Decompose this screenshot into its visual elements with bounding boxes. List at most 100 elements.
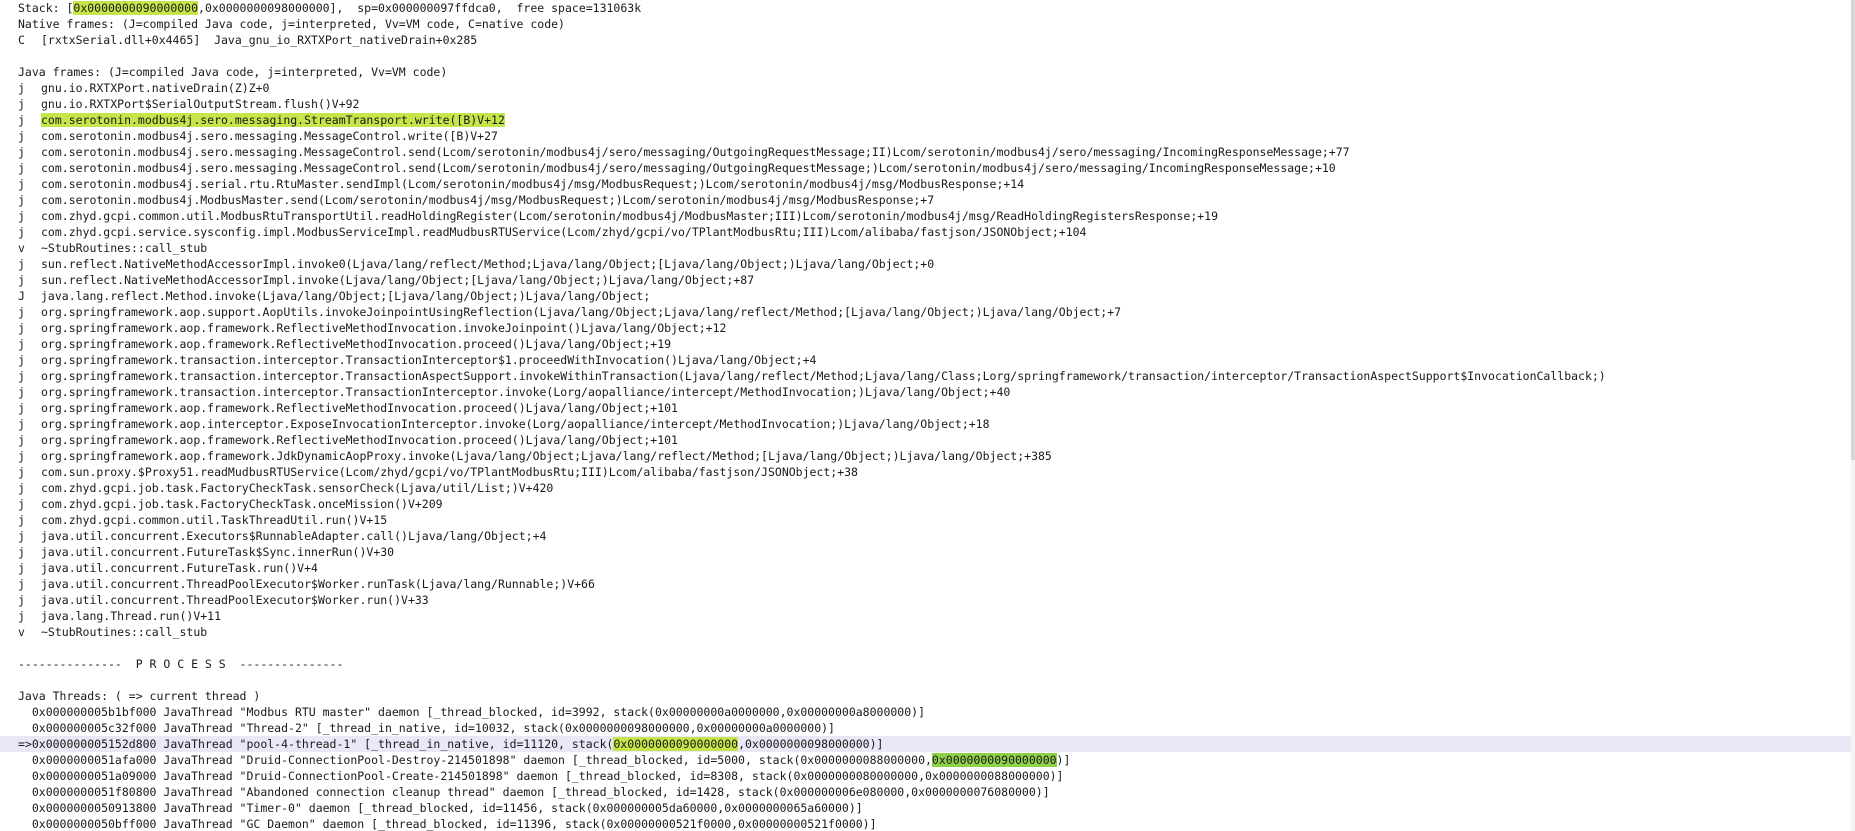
java-frame-row: j com.zhyd.gcpi.common.util.ModbusRtuTran…	[0, 208, 1855, 224]
frame-type: j	[18, 449, 25, 463]
java-frame-row: j java.util.concurrent.ThreadPoolExecutor…	[0, 592, 1855, 608]
java-frame-row: j java.util.concurrent.Executors$Runnable…	[0, 528, 1855, 544]
frame-type: j	[18, 145, 25, 159]
java-frame-row: j java.util.concurrent.FutureTask.run()V+…	[0, 560, 1855, 576]
frame-type: j	[18, 481, 25, 495]
java-frame-row: j org.springframework.aop.framework.Refle…	[0, 320, 1855, 336]
java-frame-row: j java.util.concurrent.ThreadPoolExecutor…	[0, 576, 1855, 592]
native-frames-header: Native frames: (J=compiled Java code, j=…	[18, 17, 565, 31]
java-frame-row: j com.serotonin.modbus4j.ModbusMaster.sen…	[0, 192, 1855, 208]
frame-type: j	[18, 273, 25, 287]
frame-text: org.springframework.aop.framework.Reflec…	[41, 337, 672, 351]
frame-type: j	[18, 225, 25, 239]
frame-type: j	[18, 401, 25, 415]
frame-type: j	[18, 81, 25, 95]
frame-type: j	[18, 97, 25, 111]
stack-line: Stack: [0x0000000090000000,0x00000000980…	[18, 1, 642, 15]
frame-type: j	[18, 353, 25, 367]
java-frame-row: j gnu.io.RXTXPort.nativeDrain(Z)Z+0	[0, 80, 1855, 96]
frame-text: java.lang.reflect.Method.invoke(Ljava/la…	[41, 289, 651, 303]
frame-text: org.springframework.aop.framework.JdkDyn…	[41, 449, 1052, 463]
process-header: --------------- P R O C E S S ----------…	[18, 657, 344, 671]
java-frame-row: j com.zhyd.gcpi.job.task.FactoryCheckTask…	[0, 496, 1855, 512]
thread-row: 0x000000005c32f000 JavaThread "Thread-2"…	[18, 721, 835, 735]
threads-list: 0x000000005b1bf000 JavaThread "Modbus RT…	[0, 704, 1855, 831]
frame-text: org.springframework.aop.support.AopUtils…	[41, 305, 1122, 319]
frame-text: gnu.io.RXTXPort.nativeDrain(Z)Z+0	[41, 81, 270, 95]
java-frame-row: j java.lang.Thread.run()V+11	[0, 608, 1855, 624]
frame-text: java.lang.Thread.run()V+11	[41, 609, 222, 623]
threads-header: Java Threads: ( => current thread )	[18, 689, 261, 703]
java-frame-row: j org.springframework.aop.framework.Refle…	[0, 336, 1855, 352]
search-highlight: 0x0000000090000000	[613, 737, 739, 751]
frame-type: j	[18, 209, 25, 223]
frame-text: org.springframework.aop.framework.Reflec…	[41, 433, 678, 447]
frame-type: j	[18, 465, 25, 479]
frame-text: java.util.concurrent.Executors$RunnableA…	[41, 529, 547, 543]
frame-type: j	[18, 257, 25, 271]
frame-type: J	[18, 289, 25, 303]
frame-text: sun.reflect.NativeMethodAccessorImpl.inv…	[41, 257, 935, 271]
frame-text: com.zhyd.gcpi.common.util.TaskThreadUtil…	[41, 513, 388, 527]
frame-text: gnu.io.RXTXPort$SerialOutputStream.flush…	[41, 97, 360, 111]
thread-text: )]	[1056, 753, 1071, 767]
frame-text: java.util.concurrent.FutureTask$Sync.inn…	[41, 545, 395, 559]
thread-row: 0x0000000051afa000 JavaThread "Druid-Con…	[0, 752, 1855, 768]
java-frame-row: v ~StubRoutines::call_stub	[0, 240, 1855, 256]
java-frame-row: j org.springframework.transaction.interce…	[0, 352, 1855, 368]
log-viewer[interactable]: Stack: [0x0000000090000000,0x00000000980…	[0, 0, 1855, 831]
frame-type: j	[18, 369, 25, 383]
frame-type: j	[18, 129, 25, 143]
frame-type: j	[18, 513, 25, 527]
frame-text: com.serotonin.modbus4j.sero.messaging.St…	[41, 113, 505, 127]
frame-text: org.springframework.transaction.intercep…	[41, 369, 1606, 383]
java-frame-row: j com.serotonin.modbus4j.sero.messaging.M…	[0, 128, 1855, 144]
java-frame-row: j org.springframework.aop.framework.JdkDy…	[0, 448, 1855, 464]
java-frame-row: j sun.reflect.NativeMethodAccessorImpl.in…	[0, 256, 1855, 272]
native-frame: C [rxtxSerial.dll+0x4465] Java_gnu_io_RXT…	[0, 32, 1855, 48]
frame-type: C	[18, 33, 25, 47]
frame-type: j	[18, 577, 25, 591]
frame-type: j	[18, 113, 25, 127]
frame-type: j	[18, 417, 25, 431]
frame-type: j	[18, 545, 25, 559]
frame-text: com.serotonin.modbus4j.ModbusMaster.send…	[41, 193, 935, 207]
thread-row-current: =>0x000000005152d800 JavaThread "pool-4-…	[0, 736, 1855, 752]
java-frame-row: j sun.reflect.NativeMethodAccessorImpl.in…	[0, 272, 1855, 288]
thread-row: 0x0000000051a09000 JavaThread "Druid-Con…	[18, 769, 1064, 783]
thread-text: ,0x0000000098000000)]	[738, 737, 884, 751]
frame-text: java.util.concurrent.ThreadPoolExecutor$…	[41, 577, 595, 591]
java-frame-row: j com.serotonin.modbus4j.sero.messaging.M…	[0, 160, 1855, 176]
frame-text: java.util.concurrent.FutureTask.run()V+4	[41, 561, 318, 575]
search-highlight: 0x0000000090000000	[931, 753, 1057, 767]
frame-text: ~StubRoutines::call_stub	[41, 625, 208, 639]
frame-text: sun.reflect.NativeMethodAccessorImpl.inv…	[41, 273, 755, 287]
frame-text: com.serotonin.modbus4j.sero.messaging.Me…	[41, 129, 498, 143]
frame-type: j	[18, 321, 25, 335]
java-frames-header: Java frames: (J=compiled Java code, j=in…	[18, 65, 448, 79]
thread-row: 0x0000000051f80800 JavaThread "Abandoned…	[18, 785, 1050, 799]
frame-text: ~StubRoutines::call_stub	[41, 241, 208, 255]
frame-text: com.zhyd.gcpi.job.task.FactoryCheckTask.…	[41, 481, 554, 495]
frame-type: j	[18, 529, 25, 543]
frame-text: org.springframework.aop.interceptor.Expo…	[41, 417, 990, 431]
frame-text: org.springframework.aop.framework.Reflec…	[41, 321, 727, 335]
frame-text: com.zhyd.gcpi.job.task.FactoryCheckTask.…	[41, 497, 443, 511]
frame-type: j	[18, 193, 25, 207]
java-frame-row: j gnu.io.RXTXPort$SerialOutputStream.flus…	[0, 96, 1855, 112]
search-highlight: 0x0000000090000000	[73, 1, 199, 15]
frame-text: com.serotonin.modbus4j.serial.rtu.RtuMas…	[41, 177, 1025, 191]
java-frame-row: j com.zhyd.gcpi.job.task.FactoryCheckTask…	[0, 480, 1855, 496]
frame-text: com.zhyd.gcpi.common.util.ModbusRtuTrans…	[41, 209, 1219, 223]
java-frame-row: j com.serotonin.modbus4j.sero.messaging.S…	[0, 112, 1855, 128]
scrollbar-thumb[interactable]	[1851, 0, 1855, 460]
java-frame-row: j com.zhyd.gcpi.service.sysconfig.impl.Mo…	[0, 224, 1855, 240]
java-frame-row: j org.springframework.aop.support.AopUtil…	[0, 304, 1855, 320]
java-frame-row: j java.util.concurrent.FutureTask$Sync.in…	[0, 544, 1855, 560]
frame-type: j	[18, 161, 25, 175]
frame-type: j	[18, 609, 25, 623]
java-frame-row: j org.springframework.transaction.interce…	[0, 384, 1855, 400]
